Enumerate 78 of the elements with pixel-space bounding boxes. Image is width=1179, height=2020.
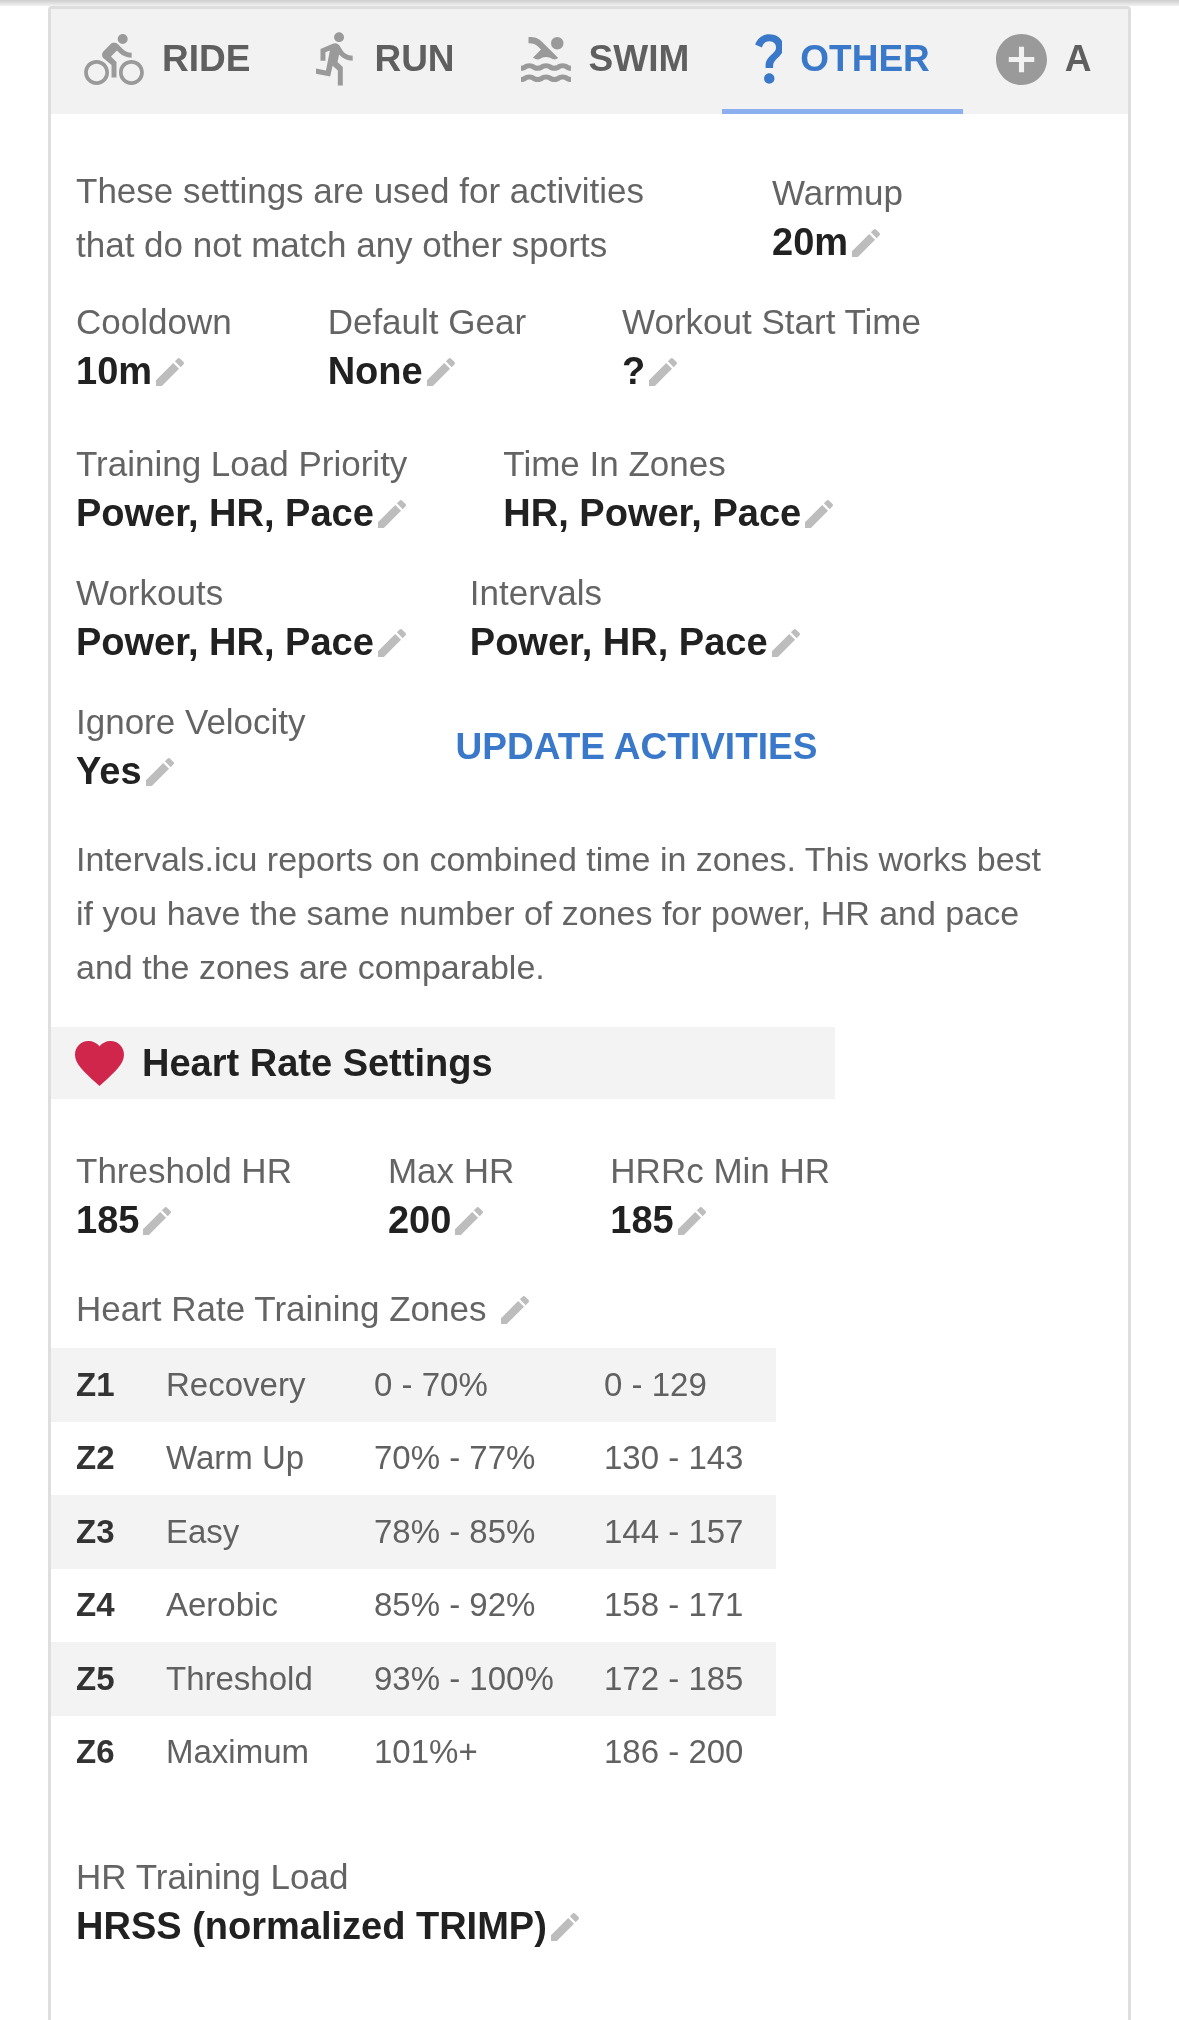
tab[interactable]: A [962,9,1125,114]
swimmer-icon [520,36,571,82]
field-value: HRSS (normalized TRIMP) [76,1904,547,1949]
table-cell: Aerobic [166,1586,278,1625]
field-label: Threshold HR [76,1150,292,1192]
pencil-icon[interactable] [771,629,800,657]
tab[interactable]: OTHER [722,9,963,114]
field-value: Power, HR, Pace [76,620,374,665]
pencil-icon[interactable] [550,1913,579,1941]
pencil-icon[interactable] [377,500,406,528]
field-label: Default Gear [327,301,527,343]
field-label: Workouts [76,572,225,614]
pencil-icon[interactable] [156,358,185,386]
field-value: None [327,349,423,394]
field-label: Training Load Priority [76,443,408,485]
pencil-icon[interactable] [677,1207,706,1235]
question-mark-icon [755,34,783,84]
field-value: 185 [610,1198,674,1243]
field-label: HR Training Load [76,1856,350,1898]
field-value: Yes [76,749,142,794]
tab[interactable]: RIDE [51,9,284,114]
table-cell: Maximum [166,1733,309,1772]
field-value: 10m [76,349,153,394]
pencil-icon[interactable] [805,500,834,528]
table-cell: Z3 [76,1512,115,1551]
table-cell: 172 - 185 [604,1659,744,1698]
section-title: Heart Rate Settings [142,1041,493,1085]
heart-icon [75,1040,124,1086]
pencil-icon[interactable] [377,629,406,657]
table-cell: Z2 [76,1439,115,1478]
field-label: Time In Zones [503,443,727,485]
field-value: 20m [772,220,849,265]
field-value: Power, HR, Pace [76,491,374,536]
pencil-icon[interactable] [145,758,174,786]
table-cell: Recovery [166,1365,306,1404]
table-cell: Warm Up [166,1439,305,1478]
table-cell: 130 - 143 [604,1439,744,1478]
field-label: HRRc Min HR [610,1150,831,1192]
field-label: Max HR [387,1150,515,1192]
table-cell: Z4 [76,1586,115,1625]
table-cell: Z5 [76,1659,115,1698]
tab[interactable]: RUN [283,9,488,114]
field-label: Warmup [772,172,903,214]
table-cell: 0 - 129 [604,1365,707,1404]
table-cell: 158 - 171 [604,1586,744,1625]
table-cell: 186 - 200 [604,1733,744,1772]
field-label: Intervals [469,572,604,614]
pencil-icon[interactable] [455,1207,484,1235]
intro-text: These settings are used for activities that do not match any other sports [76,170,646,266]
field-label: Ignore Velocity [76,701,306,743]
table-cell: Z1 [76,1365,115,1404]
table-cell: 0 - 70% [374,1365,488,1404]
table-cell: 78% - 85% [374,1512,536,1551]
update-button[interactable]: UPDATE ACTIVITIES [439,714,834,780]
tab[interactable]: SWIM [487,9,723,114]
field-label: Workout Start Time [622,301,921,343]
pencil-icon[interactable] [501,1296,530,1324]
note-text: Intervals.icu reports on combined time in zones. This works best if you have the same number of zones for power, HR and pace and the zones are comparable. [75,839,1042,988]
field-value: Power, HR, Pace [469,620,768,665]
zones-label: Heart Rate Training Zones [76,1289,487,1329]
table-cell: Threshold [166,1659,313,1698]
field-value: HR, Power, Pace [503,491,802,536]
field-value: 200 [387,1198,452,1243]
pencil-icon[interactable] [426,358,455,386]
bicycle-icon [84,33,144,85]
table-cell: 93% - 100% [374,1659,554,1698]
table-cell: Z6 [76,1733,115,1772]
field-value: ? [622,349,646,394]
field-value: 185 [76,1198,140,1243]
pencil-icon[interactable] [649,358,678,386]
pencil-icon[interactable] [852,229,881,257]
field-label: Cooldown [76,301,232,343]
pencil-icon[interactable] [143,1207,172,1235]
table-cell: 144 - 157 [604,1512,744,1551]
table-cell: Easy [166,1512,240,1551]
table-cell: 101%+ [374,1733,478,1772]
table-cell: 85% - 92% [374,1586,536,1625]
table-cell: 70% - 77% [374,1439,536,1478]
